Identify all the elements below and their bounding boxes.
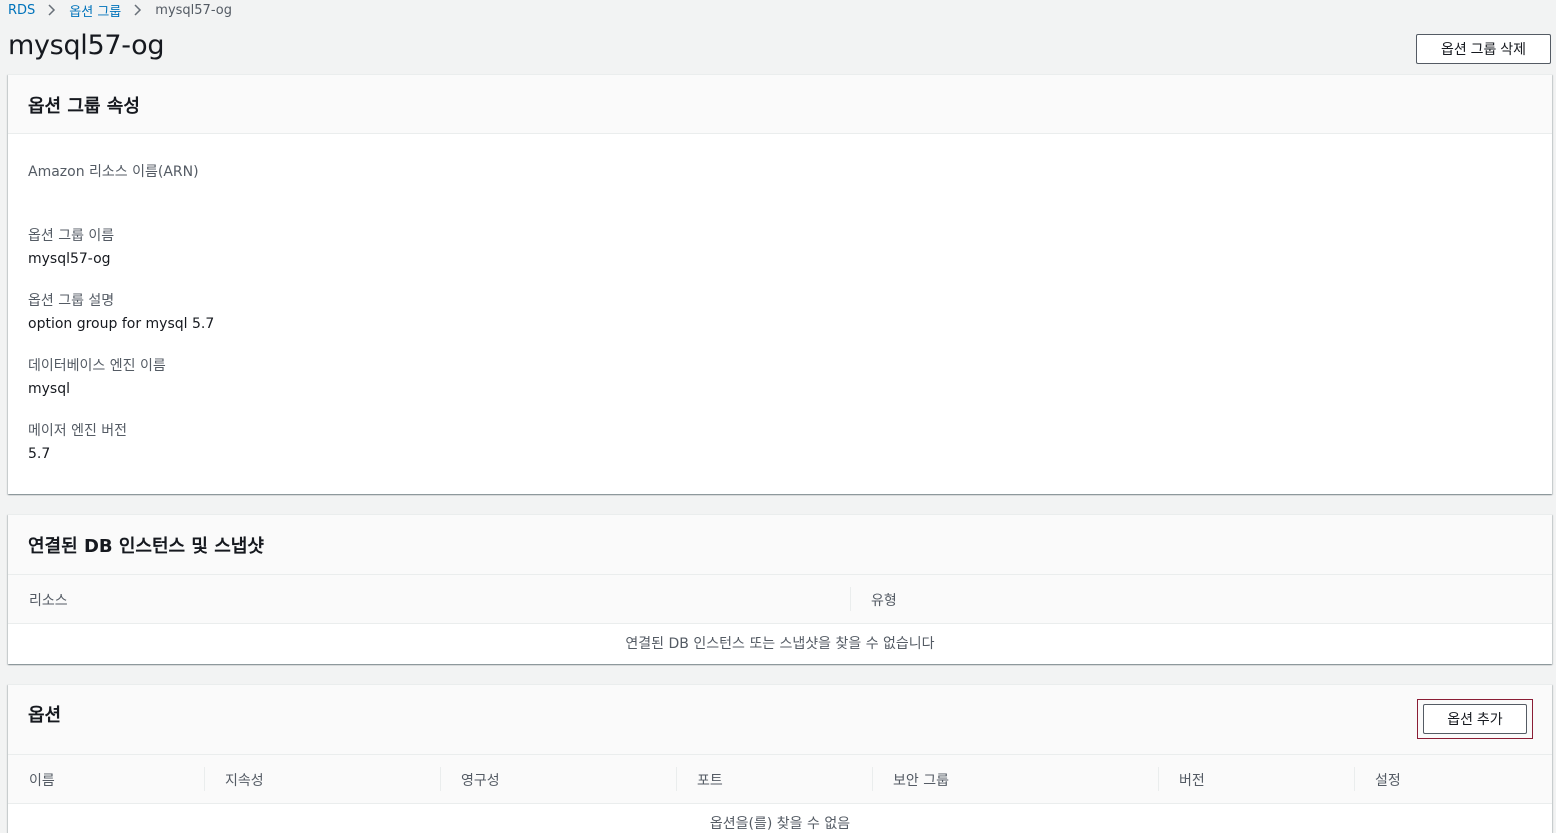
panel-title: 옵션 (28, 705, 62, 726)
option-group-description-field: 옵션 그룹 설명 option group for mysql 5.7 (28, 290, 214, 336)
associated-instances-panel: 연결된 DB 인스턴스 및 스냅샷 리소스 유형 연결된 DB 인스턴스 또는 … (8, 514, 1552, 664)
field-value (28, 187, 199, 207)
column-header-security-group[interactable]: 보안 그룹 (893, 770, 949, 790)
field-label: 옵션 그룹 이름 (28, 228, 115, 244)
panel-header: 옵션 옵션 추가 (8, 685, 1552, 755)
breadcrumb-current: mysql57-og (155, 2, 232, 18)
column-header-name[interactable]: 이름 (29, 770, 55, 790)
table-header: 이름 지속성 영구성 포트 보안 그룹 버전 설정 (8, 755, 1552, 804)
field-value: option group for mysql 5.7 (28, 316, 215, 332)
chevron-right-icon (48, 4, 56, 16)
column-divider (440, 767, 441, 791)
column-header-permanence[interactable]: 영구성 (461, 770, 500, 790)
column-divider (204, 767, 205, 791)
breadcrumb-rds-link[interactable]: RDS (8, 3, 35, 18)
option-group-properties-panel: 옵션 그룹 속성 Amazon 리소스 이름(ARN) 옵션 그룹 이름 mys… (8, 74, 1552, 494)
delete-option-group-button[interactable]: 옵션 그룹 삭제 (1416, 34, 1551, 64)
add-option-button-focus-ring: 옵션 추가 (1417, 699, 1533, 739)
chevron-right-icon (134, 4, 142, 16)
column-header-settings[interactable]: 설정 (1375, 770, 1401, 790)
panel-header: 옵션 그룹 속성 (8, 75, 1552, 134)
column-header-type[interactable]: 유형 (871, 590, 897, 610)
page-title: mysql57-og (8, 30, 165, 61)
field-label: 옵션 그룹 설명 (28, 293, 115, 309)
breadcrumb-option-groups-link[interactable]: 옵션 그룹 (69, 1, 121, 20)
field-label: Amazon 리소스 이름(ARN) (28, 164, 199, 180)
options-panel: 옵션 옵션 추가 이름 지속성 영구성 포트 보안 그룹 버전 설정 옵션을(를… (8, 684, 1552, 833)
column-divider (1354, 767, 1355, 791)
arn-field: Amazon 리소스 이름(ARN) (28, 161, 199, 207)
major-engine-version-field: 메이저 엔진 버전 5.7 (28, 420, 127, 466)
empty-table-message: 연결된 DB 인스턴스 또는 스냅샷을 찾을 수 없습니다 (625, 636, 935, 652)
engine-name-field: 데이터베이스 엔진 이름 mysql (28, 355, 166, 401)
empty-table-message: 옵션을(를) 찾을 수 없음 (709, 816, 851, 832)
field-value: 5.7 (28, 446, 51, 462)
panel-header: 연결된 DB 인스턴스 및 스냅샷 (8, 515, 1552, 575)
field-value: mysql57-og (28, 251, 111, 267)
column-header-persistence[interactable]: 지속성 (225, 770, 264, 790)
panel-title: 옵션 그룹 속성 (28, 96, 140, 117)
column-divider (676, 767, 677, 791)
column-divider (872, 767, 873, 791)
panel-title: 연결된 DB 인스턴스 및 스냅샷 (28, 536, 264, 557)
column-divider (850, 587, 851, 611)
add-option-button[interactable]: 옵션 추가 (1423, 704, 1527, 734)
option-group-name-field: 옵션 그룹 이름 mysql57-og (28, 225, 114, 271)
column-header-resource[interactable]: 리소스 (29, 590, 68, 610)
table-header: 리소스 유형 (8, 575, 1552, 624)
column-divider (1158, 767, 1159, 791)
field-label: 메이저 엔진 버전 (28, 423, 128, 439)
field-label: 데이터베이스 엔진 이름 (28, 358, 166, 374)
column-header-version[interactable]: 버전 (1179, 770, 1205, 790)
field-value: mysql (28, 381, 70, 397)
column-header-port[interactable]: 포트 (697, 770, 723, 790)
breadcrumb: RDS 옵션 그룹 mysql57-og (8, 1, 232, 20)
